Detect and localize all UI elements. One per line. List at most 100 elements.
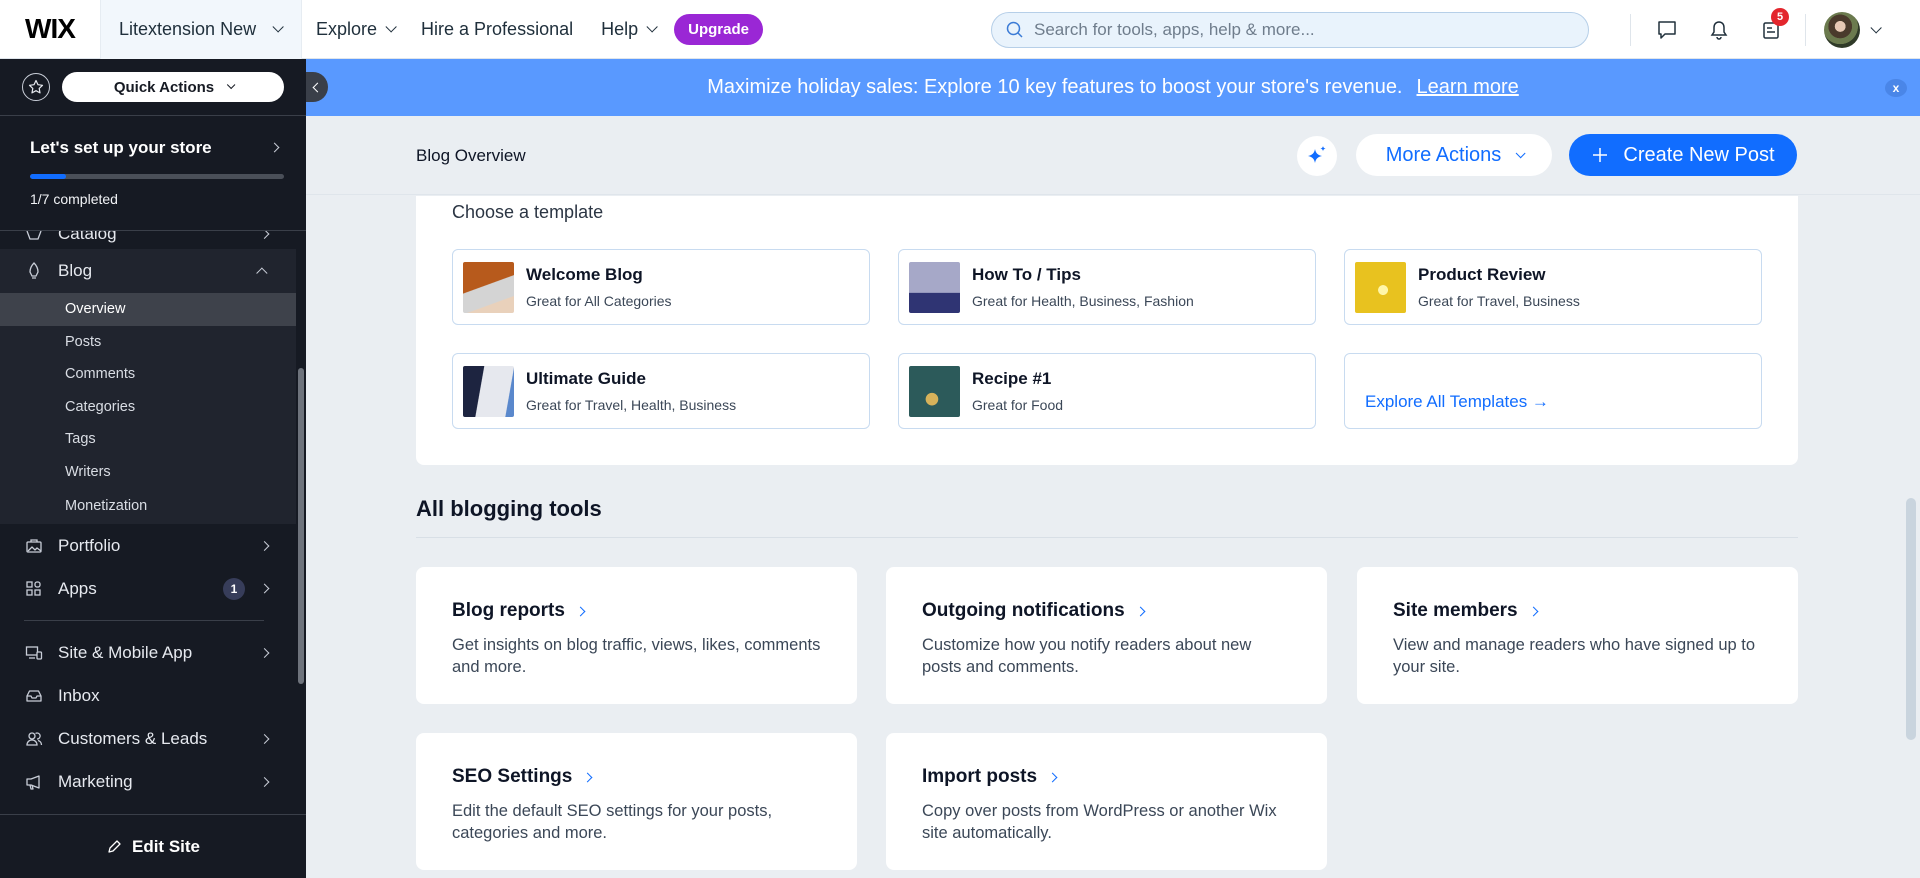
sidebar-subitem-tags[interactable]: Tags [0,423,296,456]
wix-logo[interactable]: WIX [0,0,100,59]
template-text: How To / Tips Great for Health, Business… [972,265,1194,309]
template-name: Welcome Blog [526,265,643,284]
sidebar: Quick Actions Let's set up your store 1/… [0,59,306,878]
top-icons: 5 [1630,0,1882,59]
pencil-icon [108,839,121,853]
ai-assistant-button[interactable] [1297,136,1337,176]
sidebar-subitem-categories[interactable]: Categories [0,391,296,424]
template-card[interactable]: How To / Tips Great for Health, Business… [898,249,1316,325]
search-input[interactable] [1034,20,1574,40]
nav-explore-label: Explore [316,18,378,39]
template-card[interactable]: Product Review Great for Travel, Busines… [1344,249,1762,325]
edit-site-button[interactable]: Edit Site [0,814,306,878]
tool-card-site-members[interactable]: Site members View and manage readers who… [1357,567,1798,704]
chevron-right-icon [582,772,593,782]
nav-help[interactable]: Help [587,0,668,59]
nav-hire-label: Hire a Professional [421,18,574,39]
template-card[interactable]: Welcome Blog Great for All Categories [452,249,870,325]
sidebar-item-marketing[interactable]: Marketing [0,760,296,803]
sidebar-item-blog[interactable]: Blog [0,249,296,293]
sidebar-item-inbox[interactable]: Inbox [0,674,296,717]
create-new-post-button[interactable]: Create New Post [1569,134,1797,176]
sidebar-item-customers-leads[interactable]: Customers & Leads [0,717,296,760]
tool-card-blog-reports[interactable]: Blog reports Get insights on blog traffi… [416,567,857,704]
template-text: Recipe #1 Great for Food [972,369,1063,413]
template-thumbnail [909,365,960,417]
template-name: How To / Tips [972,265,1081,284]
quick-actions-button[interactable]: Quick Actions [62,72,284,102]
sidebar-item-label: Apps [58,578,97,598]
tool-title: Outgoing notifications [922,600,1125,621]
explore-all-templates-link[interactable]: Explore All Templates → [1344,353,1762,429]
tool-desc: Copy over posts from WordPress or anothe… [922,802,1277,842]
template-card[interactable]: Ultimate Guide Great for Travel, Health,… [452,353,870,429]
updates-button[interactable]: 5 [1745,0,1797,59]
tool-desc: Get insights on blog traffic, views, lik… [452,636,821,676]
megaphone-icon [24,773,44,791]
divider [416,537,1798,538]
devices-icon [24,644,44,662]
apps-count-badge: 1 [223,577,245,600]
template-desc: Great for All Categories [526,293,672,309]
sidebar-item-site-mobile-app[interactable]: Site & Mobile App [0,631,296,674]
template-desc: Great for Health, Business, Fashion [972,293,1194,309]
plus-icon [1593,148,1608,162]
upgrade-button[interactable]: Upgrade [674,13,763,45]
template-text: Ultimate Guide Great for Travel, Health,… [526,369,736,413]
template-thumbnail [1355,261,1406,313]
chevron-right-icon [259,540,270,551]
sidebar-scrollbar[interactable] [298,368,304,684]
chevron-right-icon [259,583,270,594]
setup-title-row: Let's set up your store [30,138,284,158]
sidebar-subitem-comments[interactable]: Comments [0,358,296,391]
template-card[interactable]: Recipe #1 Great for Food [898,353,1316,429]
banner-text: Maximize holiday sales: Explore 10 key f… [707,76,1403,98]
page-title: Blog Overview [416,146,526,165]
notifications-button[interactable] [1693,0,1745,59]
sidebar-item-apps[interactable]: Apps 1 [0,567,296,610]
tool-title: Import posts [922,766,1038,787]
main-scrollbar[interactable] [1906,498,1916,740]
sidebar-subitem-writers[interactable]: Writers [0,456,296,489]
template-text: Product Review Great for Travel, Busines… [1418,265,1580,309]
page-header: Blog Overview More Actions Create New Po… [306,116,1920,195]
chevron-left-icon [312,82,322,92]
star-icon [28,79,44,94]
nav-hire-professional[interactable]: Hire a Professional [407,0,587,59]
tool-title: Blog reports [452,600,565,621]
blog-pen-icon [24,261,44,281]
promo-banner: Maximize holiday sales: Explore 10 key f… [306,59,1920,116]
blog-group: Blog Overview Posts Comments Categories … [0,249,296,524]
site-switcher[interactable]: Litextension New [100,0,302,59]
tool-card-import-posts[interactable]: Import posts Copy over posts from WordPr… [886,733,1327,870]
tool-title-row: Site members [1393,600,1762,622]
chevron-right-icon [269,142,280,153]
tool-desc: View and manage readers who have signed … [1393,636,1756,676]
nav-help-label: Help [601,18,639,39]
chevron-right-icon [1047,772,1058,782]
sidebar-item-label: Inbox [58,685,100,705]
explore-all-label: Explore All Templates → [1365,392,1549,411]
chevron-down-icon [646,21,658,33]
chat-button[interactable] [1641,0,1693,59]
learn-more-link[interactable]: Learn more [1417,76,1519,99]
sidebar-subitem-overview[interactable]: Overview [0,293,296,326]
chevron-down-icon [385,21,397,33]
tool-card-seo-settings[interactable]: SEO Settings Edit the default SEO settin… [416,733,857,870]
setup-title: Let's set up your store [30,138,212,157]
setup-checklist[interactable]: Let's set up your store 1/7 completed [0,116,306,231]
sidebar-item-label: Portfolio [58,535,121,555]
sidebar-subitem-posts[interactable]: Posts [0,326,296,359]
close-banner-button[interactable]: x [1885,79,1907,97]
tool-card-outgoing-notifications[interactable]: Outgoing notifications Customize how you… [886,567,1327,704]
chevron-right-icon [259,733,270,744]
nav-explore[interactable]: Explore [302,0,407,59]
sidebar-item-portfolio[interactable]: Portfolio [0,524,296,567]
avatar [1824,11,1860,48]
templates-heading: Choose a template [452,202,604,222]
tool-desc: Edit the default SEO settings for your p… [452,802,773,842]
more-actions-button[interactable]: More Actions [1356,134,1552,176]
account-menu[interactable] [1824,11,1882,48]
sidebar-subitem-monetization[interactable]: Monetization [0,488,296,524]
favorites-button[interactable] [22,73,50,101]
